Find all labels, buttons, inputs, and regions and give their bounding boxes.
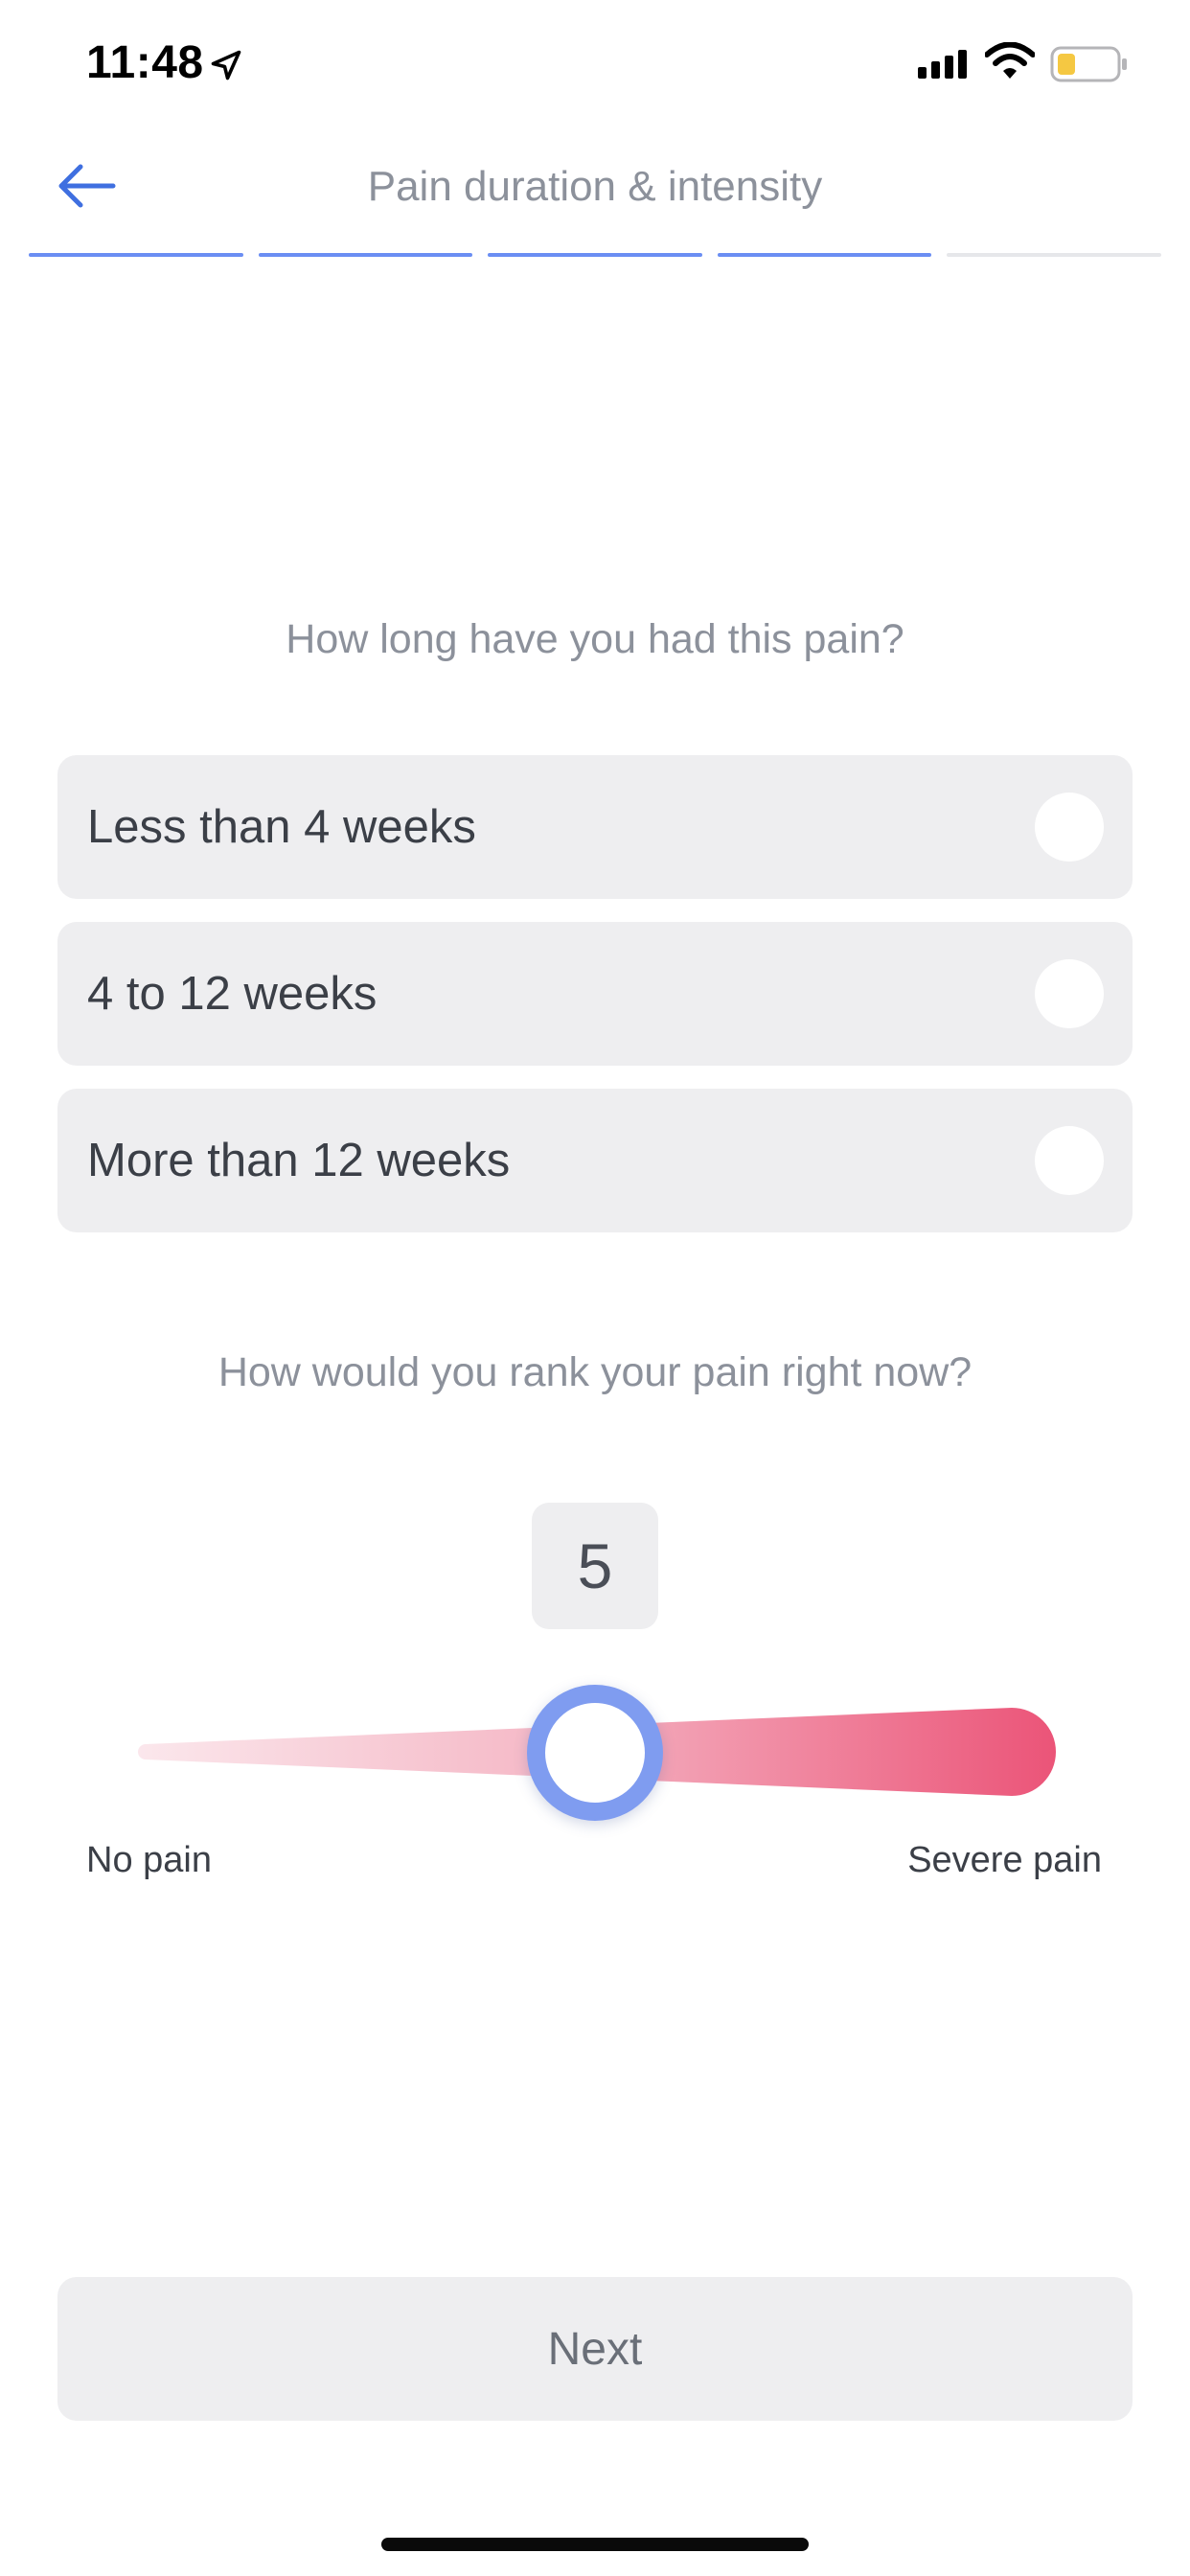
no-pain-label: No pain — [86, 1840, 212, 1880]
radio-button[interactable] — [1035, 959, 1104, 1028]
severe-pain-label: Severe pain — [907, 1840, 1102, 1880]
pain-duration-screen: 11:48 Pain duration & intensity How long… — [0, 0, 1190, 2576]
step-progress-bar — [29, 253, 1161, 257]
radio-button[interactable] — [1035, 1126, 1104, 1195]
progress-step-3 — [488, 253, 702, 257]
duration-question: How long have you had this pain? — [286, 616, 904, 662]
cellular-signal-icon — [918, 50, 967, 79]
pain-value-display: 5 — [532, 1503, 658, 1629]
intensity-question: How would you rank your pain right now? — [217, 1349, 973, 1395]
status-time: 11:48 — [86, 37, 204, 88]
battery-icon — [1050, 46, 1127, 82]
home-indicator — [381, 2538, 809, 2551]
option-more-than-12-weeks[interactable]: More than 12 weeks — [57, 1089, 1133, 1232]
progress-step-1 — [29, 253, 243, 257]
progress-step-5 — [947, 253, 1161, 257]
wifi-icon — [985, 42, 1035, 79]
radio-button[interactable] — [1035, 793, 1104, 862]
location-arrow-icon — [211, 50, 241, 80]
page-title: Pain duration & intensity — [367, 163, 823, 210]
next-button[interactable]: Next — [57, 2277, 1133, 2421]
option-label: Less than 4 weeks — [87, 801, 476, 853]
option-label: More than 12 weeks — [87, 1135, 511, 1186]
progress-step-2 — [258, 253, 473, 257]
option-4-to-12-weeks[interactable]: 4 to 12 weeks — [57, 922, 1133, 1066]
option-label: 4 to 12 weeks — [87, 968, 378, 1020]
pain-slider-thumb[interactable] — [527, 1685, 663, 1821]
option-less-than-4-weeks[interactable]: Less than 4 weeks — [57, 755, 1133, 899]
progress-step-4 — [717, 253, 932, 257]
